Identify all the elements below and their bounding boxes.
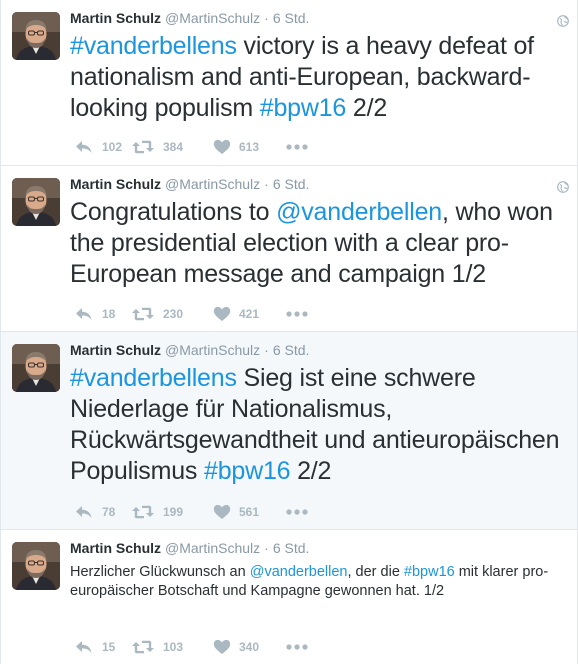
reply-icon [74, 639, 94, 655]
tweet-link[interactable]: @vanderbellen [276, 198, 442, 226]
tweet-timestamp[interactable]: 6 Std. [273, 176, 310, 192]
separator: · [264, 176, 269, 192]
tweet-text-segment: 2/2 [346, 94, 388, 122]
like-button[interactable]: 340 [213, 639, 286, 655]
tweet-actions: 18 230 421 [74, 304, 308, 324]
retweet-button[interactable]: 230 [131, 306, 213, 322]
tweet-actions: 15 103 340 [74, 637, 308, 657]
reply-button[interactable]: 78 [74, 504, 131, 520]
like-button[interactable]: 421 [213, 306, 286, 322]
heart-icon [213, 639, 231, 655]
tweet[interactable]: Martin Schulz @MartinSchulz · 6 Std. Her… [1, 530, 577, 664]
heart-icon [213, 306, 231, 322]
tweet-text-segment: 2/2 [290, 457, 332, 485]
retweet-icon [131, 504, 155, 520]
like-count: 613 [239, 140, 260, 154]
reply-button[interactable]: 15 [74, 639, 131, 655]
tweet-link[interactable]: #vanderbellens [70, 364, 237, 392]
tweet-link[interactable]: #vanderbellens [70, 32, 237, 60]
heart-icon [213, 504, 231, 520]
tweet-timestamp[interactable]: 6 Std. [273, 10, 310, 26]
heart-icon [213, 139, 231, 155]
like-count: 421 [239, 307, 260, 321]
separator: · [264, 10, 269, 26]
author-name[interactable]: Martin Schulz [70, 342, 161, 358]
tweet-link[interactable]: #bpw16 [260, 94, 347, 122]
tweet-header: Martin Schulz @MartinSchulz · 6 Std. [70, 176, 567, 196]
like-count: 561 [239, 505, 260, 519]
globe-icon [557, 180, 569, 193]
separator: · [264, 540, 269, 556]
tweet-header: Martin Schulz @MartinSchulz · 6 Std. [70, 342, 567, 362]
retweet-count: 199 [163, 505, 184, 519]
avatar[interactable] [12, 12, 60, 60]
tweet-link[interactable]: #bpw16 [204, 457, 291, 485]
author-handle[interactable]: @MartinSchulz [165, 342, 260, 358]
author-handle[interactable]: @MartinSchulz [165, 176, 260, 192]
tweet-timestamp[interactable]: 6 Std. [273, 342, 310, 358]
reply-button[interactable]: 18 [74, 306, 131, 322]
like-count: 340 [239, 640, 260, 654]
tweet-text: Congratulations to @vanderbellen, who wo… [70, 197, 567, 290]
avatar[interactable] [12, 542, 60, 590]
tweet-actions: 78 199 561 [74, 502, 308, 522]
tweet-text: #vanderbellens victory is a heavy defeat… [70, 31, 567, 124]
author-handle[interactable]: @MartinSchulz [165, 10, 260, 26]
avatar[interactable] [12, 178, 60, 226]
more-icon [286, 509, 308, 515]
reply-button[interactable]: 102 [74, 139, 131, 155]
like-button[interactable]: 561 [213, 504, 286, 520]
reply-count: 18 [102, 307, 116, 321]
author-handle[interactable]: @MartinSchulz [165, 540, 260, 556]
avatar[interactable] [12, 344, 60, 392]
reply-count: 15 [102, 640, 116, 654]
tweet[interactable]: Martin Schulz @MartinSchulz · 6 Std. #va… [1, 0, 577, 166]
retweet-button[interactable]: 103 [131, 639, 213, 655]
retweet-count: 384 [163, 140, 184, 154]
separator: · [264, 342, 269, 358]
more-icon [286, 311, 308, 317]
reply-count: 78 [102, 505, 116, 519]
retweet-icon [131, 306, 155, 322]
tweet-text-segment: Herzlicher Glückwunsch an [70, 564, 250, 580]
tweet-link[interactable]: @vanderbellen [250, 564, 348, 580]
like-button[interactable]: 613 [213, 139, 286, 155]
more-button[interactable] [286, 509, 308, 515]
reply-icon [74, 504, 94, 520]
more-button[interactable] [286, 644, 308, 650]
reply-icon [74, 139, 94, 155]
retweet-icon [131, 139, 155, 155]
retweet-count: 103 [163, 640, 184, 654]
retweet-button[interactable]: 384 [131, 139, 213, 155]
retweet-button[interactable]: 199 [131, 504, 213, 520]
reply-icon [74, 306, 94, 322]
more-button[interactable] [286, 144, 308, 150]
author-name[interactable]: Martin Schulz [70, 540, 161, 556]
globe-icon [557, 14, 569, 27]
tweet-text: Herzlicher Glückwunsch an @vanderbellen,… [70, 563, 567, 601]
tweet[interactable]: Martin Schulz @MartinSchulz · 6 Std. #va… [1, 332, 577, 530]
retweet-count: 230 [163, 307, 184, 321]
tweet-text-segment: Congratulations to [70, 198, 277, 226]
tweet-text-segment: , der die [347, 564, 404, 580]
tweet-header: Martin Schulz @MartinSchulz · 6 Std. [70, 540, 567, 560]
more-button[interactable] [286, 311, 308, 317]
more-icon [286, 144, 308, 150]
author-name[interactable]: Martin Schulz [70, 176, 161, 192]
tweet-actions: 102 384 613 [74, 137, 308, 157]
tweet-header: Martin Schulz @MartinSchulz · 6 Std. [70, 10, 567, 30]
reply-count: 102 [102, 140, 123, 154]
more-icon [286, 644, 308, 650]
tweet-timeline: Martin Schulz @MartinSchulz · 6 Std. #va… [0, 0, 578, 664]
tweet-link[interactable]: #bpw16 [404, 564, 455, 580]
tweet-timestamp[interactable]: 6 Std. [273, 540, 310, 556]
author-name[interactable]: Martin Schulz [70, 10, 161, 26]
retweet-icon [131, 639, 155, 655]
tweet-text: #vanderbellens Sieg ist eine schwere Nie… [70, 363, 567, 487]
tweet[interactable]: Martin Schulz @MartinSchulz · 6 Std. Con… [1, 166, 577, 332]
